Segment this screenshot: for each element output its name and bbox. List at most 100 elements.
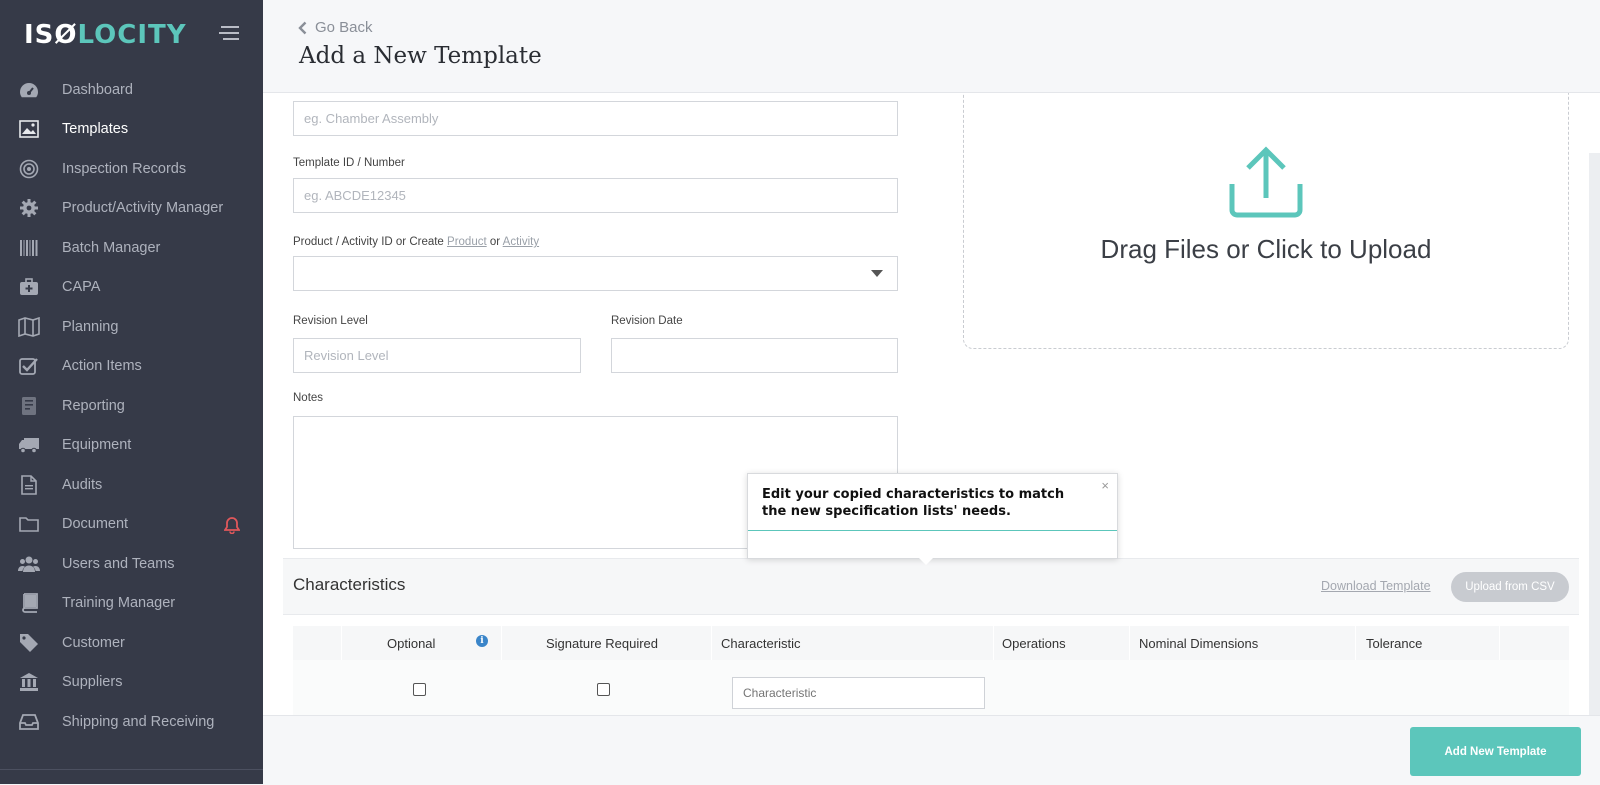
sidebar-item-label: Document xyxy=(62,516,129,533)
chevron-left-icon xyxy=(298,21,307,34)
sidebar-item-inspection-records[interactable]: Inspection Records xyxy=(0,149,263,189)
optional-checkbox[interactable] xyxy=(413,683,426,696)
revision-date-input[interactable] xyxy=(611,338,898,373)
sidebar-item-label: Action Items xyxy=(62,358,142,375)
sidebar-item-capa[interactable]: CAPA xyxy=(0,268,263,308)
medkit-icon xyxy=(18,276,40,298)
checkbox-icon xyxy=(18,355,40,377)
page-header: Go Back Add a New Template xyxy=(263,0,1600,93)
sidebar: ISØLOCITY Dashboard Templates Inspection… xyxy=(0,0,263,784)
info-icon[interactable]: i xyxy=(476,635,488,647)
logo[interactable]: ISØLOCITY xyxy=(24,20,187,50)
characteristics-table-header: Optional i Signature Required Characteri… xyxy=(293,626,1569,660)
sidebar-item-label: Suppliers xyxy=(62,674,123,691)
signature-required-checkbox[interactable] xyxy=(597,683,610,696)
sidebar-item-label: Audits xyxy=(62,476,103,493)
sidebar-item-shipping-and-receiving[interactable]: Shipping and Receiving xyxy=(0,702,263,742)
sidebar-item-dashboard[interactable]: Dashboard xyxy=(0,70,263,110)
gear-icon xyxy=(18,197,40,219)
notes-label: Notes xyxy=(293,392,324,404)
characteristic-input[interactable] xyxy=(732,677,985,709)
template-id-label: Template ID / Number xyxy=(293,157,405,169)
product-label-text: Product / Activity ID or Create xyxy=(293,236,448,248)
column-tolerance: Tolerance xyxy=(1366,636,1423,651)
upload-csv-button[interactable]: Upload from CSV xyxy=(1451,572,1569,602)
sidebar-nav: Dashboard Templates Inspection Records P… xyxy=(0,70,263,742)
revision-date-label: Revision Date xyxy=(611,315,683,327)
close-icon[interactable]: × xyxy=(1101,478,1109,493)
sidebar-item-audits[interactable]: Audits xyxy=(0,465,263,505)
barcode-icon xyxy=(18,237,40,259)
folder-icon xyxy=(18,513,40,535)
sidebar-divider xyxy=(0,769,263,770)
tag-icon xyxy=(18,632,40,654)
revision-level-input[interactable] xyxy=(293,338,581,373)
bell-icon[interactable] xyxy=(223,516,241,534)
column-nominal-dimensions: Nominal Dimensions xyxy=(1139,636,1259,651)
template-id-input[interactable] xyxy=(293,178,898,213)
scrollbar[interactable] xyxy=(1589,153,1600,715)
image-icon xyxy=(18,118,40,140)
file-upload-dropzone[interactable]: Drag Files or Click to Upload xyxy=(963,93,1569,349)
book-icon xyxy=(18,592,40,614)
sidebar-item-label: CAPA xyxy=(62,279,101,296)
upload-icon xyxy=(1229,146,1303,218)
revision-level-label: Revision Level xyxy=(293,315,368,327)
sidebar-item-label: Planning xyxy=(62,318,119,335)
table-row xyxy=(293,660,1569,715)
sidebar-item-label: Inspection Records xyxy=(62,160,187,177)
sidebar-item-training-manager[interactable]: Training Manager xyxy=(0,584,263,624)
download-template-link[interactable]: Download Template xyxy=(1321,579,1431,593)
truck-icon xyxy=(18,434,40,456)
sidebar-item-batch-manager[interactable]: Batch Manager xyxy=(0,228,263,268)
characteristics-title: Characteristics xyxy=(293,575,406,594)
sidebar-item-equipment[interactable]: Equipment xyxy=(0,426,263,466)
guide-tooltip: Edit your copied characteristics to matc… xyxy=(747,473,1118,565)
go-back-label: Go Back xyxy=(315,19,373,36)
template-name-input[interactable] xyxy=(293,101,898,136)
target-icon xyxy=(18,158,40,180)
column-operations: Operations xyxy=(1002,636,1066,651)
page-title: Add a New Template xyxy=(299,43,542,69)
sidebar-item-customer[interactable]: Customer xyxy=(0,623,263,663)
product-activity-select[interactable] xyxy=(293,256,898,291)
tooltip-pointer xyxy=(919,558,933,565)
logo-text-left: ISØ xyxy=(24,20,78,50)
page-footer: Add New Template xyxy=(263,715,1600,785)
sidebar-item-templates[interactable]: Templates xyxy=(0,110,263,150)
sidebar-item-document[interactable]: Document xyxy=(0,505,263,545)
users-icon xyxy=(18,553,40,575)
report-icon xyxy=(18,395,40,417)
sidebar-item-reporting[interactable]: Reporting xyxy=(0,386,263,426)
create-product-link[interactable]: Product xyxy=(447,236,487,248)
upload-label: Drag Files or Click to Upload xyxy=(1100,234,1432,264)
go-back-link[interactable]: Go Back xyxy=(298,19,373,36)
supplier-icon xyxy=(18,671,40,693)
sidebar-item-label: Product/Activity Manager xyxy=(62,200,224,217)
sidebar-item-label: Users and Teams xyxy=(62,555,175,572)
add-new-template-button[interactable]: Add New Template xyxy=(1410,727,1581,776)
map-icon xyxy=(18,316,40,338)
sidebar-item-label: Reporting xyxy=(62,397,125,414)
sidebar-item-label: Equipment xyxy=(62,437,132,454)
dashboard-icon xyxy=(18,79,40,101)
create-activity-link[interactable]: Activity xyxy=(503,236,539,248)
sidebar-item-label: Customer xyxy=(62,634,125,651)
sidebar-item-users-and-teams[interactable]: Users and Teams xyxy=(0,544,263,584)
sidebar-item-label: Templates xyxy=(62,121,129,138)
sidebar-item-product-activity-manager[interactable]: Product/Activity Manager xyxy=(0,189,263,229)
sidebar-item-action-items[interactable]: Action Items xyxy=(0,347,263,387)
sidebar-item-suppliers[interactable]: Suppliers xyxy=(0,663,263,703)
characteristics-header: Characteristics Download Template Upload… xyxy=(283,558,1579,615)
inbox-icon xyxy=(18,711,40,733)
sidebar-item-label: Dashboard xyxy=(62,81,133,98)
product-label-or: or xyxy=(486,236,503,248)
column-signature-required: Signature Required xyxy=(546,636,659,651)
template-form: Template ID / Number Product / Activity … xyxy=(263,93,1600,715)
menu-toggle-icon[interactable] xyxy=(219,26,239,40)
sidebar-item-planning[interactable]: Planning xyxy=(0,307,263,347)
tooltip-divider xyxy=(748,530,1117,531)
sidebar-item-label: Training Manager xyxy=(62,595,176,612)
column-characteristic: Characteristic xyxy=(721,636,801,651)
product-activity-label: Product / Activity ID or Create Product … xyxy=(293,236,539,248)
